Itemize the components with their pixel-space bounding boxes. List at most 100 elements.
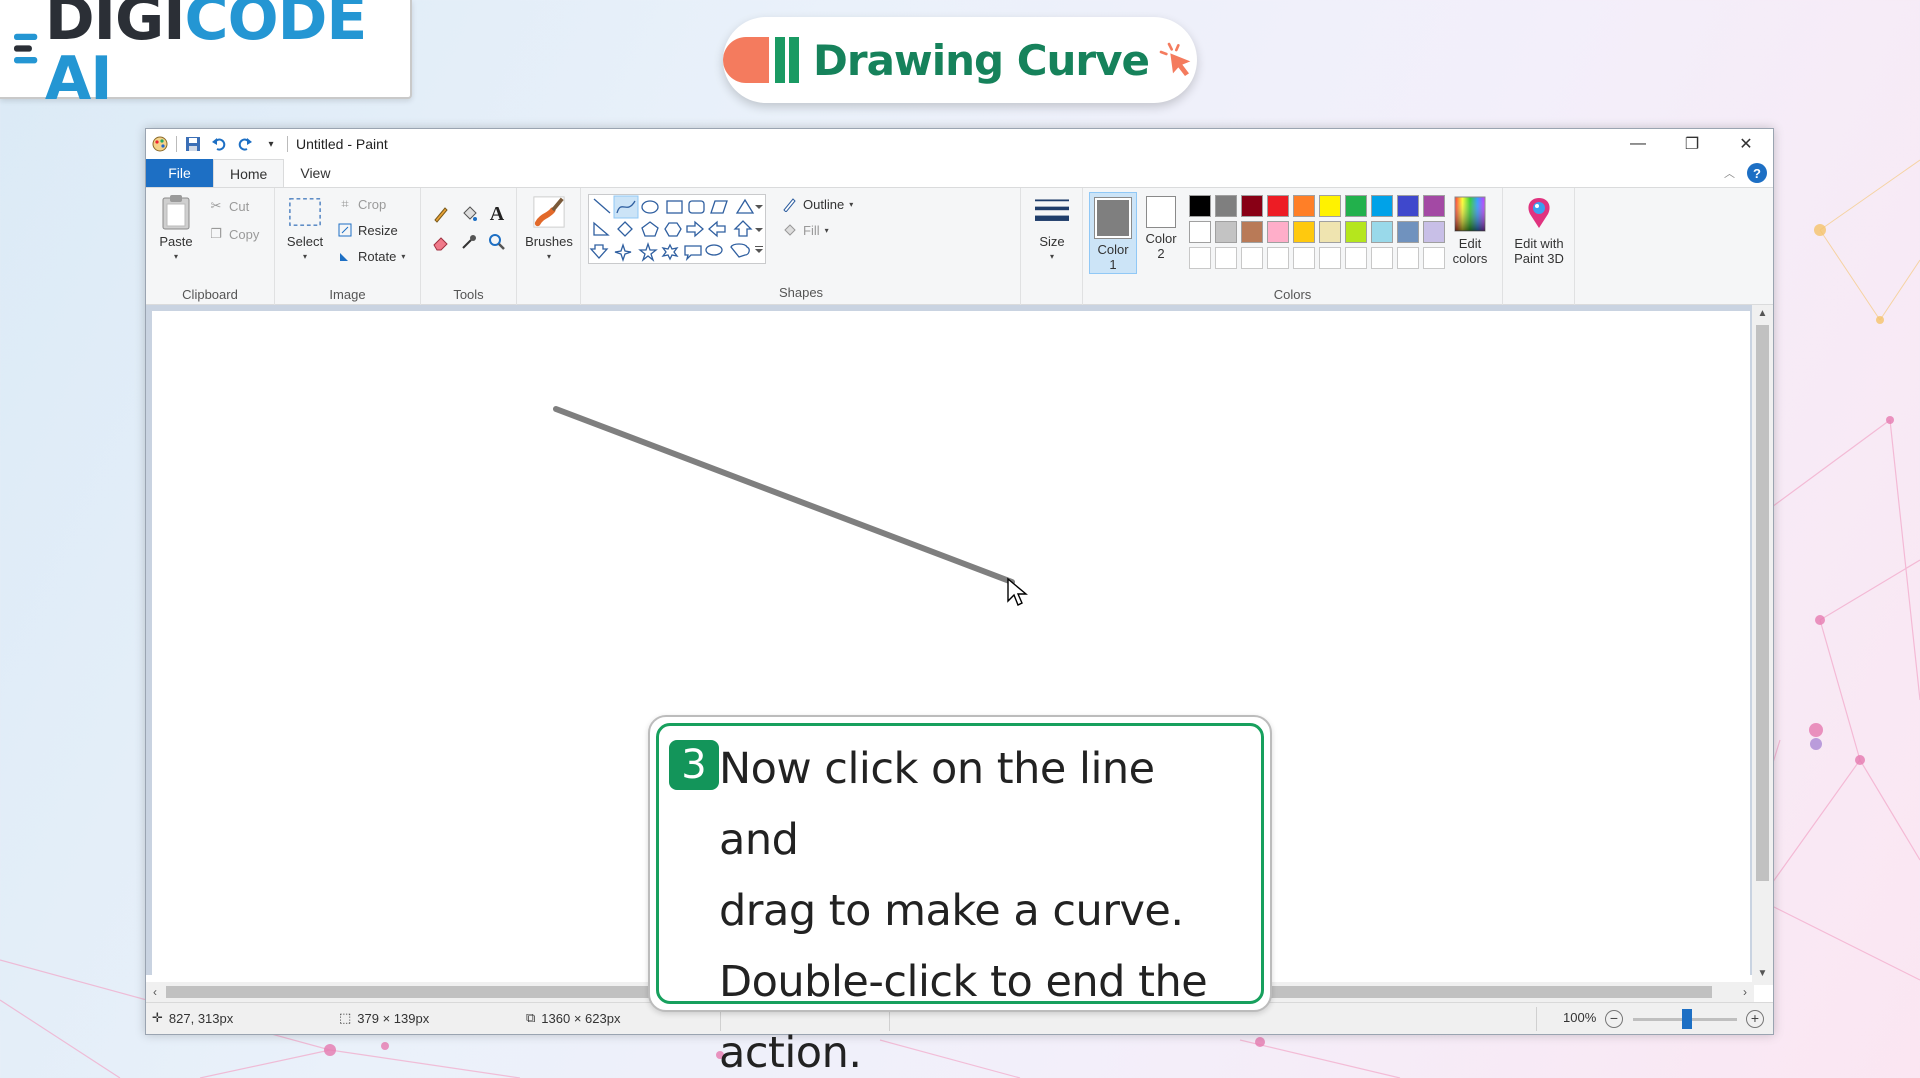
palette-swatch[interactable] (1319, 247, 1341, 269)
palette-swatch[interactable] (1345, 221, 1367, 243)
customize-toolbar-chevron-icon[interactable]: ▾ (261, 134, 281, 154)
paint3d-icon (1522, 196, 1556, 232)
palette-swatch[interactable] (1241, 247, 1263, 269)
group-label-shapes: Shapes (778, 285, 824, 300)
fill-icon (782, 222, 798, 238)
tab-file[interactable]: File (146, 159, 213, 187)
pencil-icon[interactable] (431, 204, 451, 224)
palette-swatch[interactable] (1215, 221, 1237, 243)
crosshair-icon: ✛ (152, 1010, 163, 1025)
clipboard-group: Paste ▾ ✂ Cut ❐ Copy Clipboard (146, 188, 275, 306)
palette-swatch[interactable] (1215, 195, 1237, 217)
fill-bucket-icon[interactable] (459, 204, 479, 224)
close-button[interactable]: ✕ (1719, 129, 1773, 159)
zoom-in-button[interactable]: + (1746, 1010, 1764, 1028)
vertical-scrollbar[interactable]: ▲ ▼ (1752, 305, 1773, 985)
rotate-button[interactable]: Rotate ▾ (337, 248, 405, 264)
palette-swatch[interactable] (1241, 195, 1263, 217)
tab-home[interactable]: Home (213, 159, 285, 188)
tab-view[interactable]: View (284, 159, 346, 187)
zoom-out-button[interactable]: − (1605, 1010, 1623, 1028)
brushes-button[interactable]: Brushes ▾ (521, 194, 577, 264)
palette-swatch[interactable] (1423, 195, 1445, 217)
save-icon[interactable] (183, 134, 203, 154)
paint3d-group: Edit with Paint 3D (1503, 188, 1575, 306)
shapes-gallery-icons (589, 195, 763, 263)
group-label-colors: Colors (1273, 287, 1312, 302)
drawn-line[interactable] (553, 406, 1015, 585)
title-bar: ▾ Untitled - Paint — ❐ ✕ (146, 129, 1773, 159)
selection-size: ⬚ 379 × 139px (339, 1010, 430, 1026)
scroll-down-icon[interactable]: ▼ (1752, 965, 1773, 983)
title-bars-icon (723, 37, 799, 83)
help-icon[interactable]: ? (1747, 163, 1767, 183)
palette-swatch[interactable] (1371, 247, 1393, 269)
palette-swatch[interactable] (1293, 195, 1315, 217)
scroll-right-icon[interactable]: › (1736, 982, 1754, 1002)
collapse-ribbon-icon[interactable]: ︿ (1724, 165, 1735, 181)
color-picker-icon[interactable] (459, 232, 479, 252)
resize-icon (337, 222, 353, 238)
scroll-left-icon[interactable]: ‹ (146, 982, 164, 1002)
instruction-text: Now click on the line and drag to make a… (719, 744, 1208, 1078)
palette-swatch[interactable] (1345, 247, 1367, 269)
palette-swatch[interactable] (1371, 195, 1393, 217)
logo-text: DIGICODE AI (44, 0, 368, 114)
palette-swatch[interactable] (1293, 221, 1315, 243)
edit-colors-spectrum-icon (1453, 196, 1487, 232)
palette-swatch[interactable] (1397, 247, 1419, 269)
palette-swatch[interactable] (1345, 195, 1367, 217)
redo-icon[interactable] (235, 134, 255, 154)
palette-swatch[interactable] (1319, 195, 1341, 217)
scroll-up-icon[interactable]: ▲ (1752, 305, 1773, 323)
palette-swatch[interactable] (1267, 247, 1289, 269)
cut-button[interactable]: ✂ Cut (208, 198, 250, 214)
outline-button[interactable]: Outline ▾ (782, 196, 853, 212)
zoom-level: 100% (1563, 1010, 1597, 1025)
palette-swatch[interactable] (1267, 195, 1289, 217)
canvas-size: ⧉ 1360 × 623px (526, 1010, 621, 1026)
palette-swatch[interactable] (1189, 247, 1211, 269)
size-button[interactable]: Size ▾ (1029, 194, 1075, 264)
brushes-group: Brushes ▾ (517, 188, 581, 306)
step-number-badge: 3 (669, 740, 719, 790)
undo-icon[interactable] (209, 134, 229, 154)
zoom-slider-thumb[interactable] (1682, 1009, 1692, 1029)
color2-chip (1149, 199, 1173, 225)
window-controls: — ❐ ✕ (1611, 129, 1773, 159)
palette-swatch[interactable] (1189, 221, 1211, 243)
fill-button[interactable]: Fill ▾ (782, 222, 829, 238)
palette-swatch[interactable] (1423, 247, 1445, 269)
palette-swatch[interactable] (1397, 195, 1419, 217)
palette-swatch[interactable] (1371, 221, 1393, 243)
palette-swatch[interactable] (1241, 221, 1263, 243)
scissors-icon: ✂ (210, 198, 222, 213)
paint-app-icon[interactable] (150, 134, 170, 154)
select-button[interactable]: Select ▾ (283, 194, 327, 264)
color1-selector[interactable]: Color 1 (1089, 192, 1137, 274)
palette-swatch[interactable] (1423, 221, 1445, 243)
group-label-image: Image (329, 287, 366, 302)
lesson-title-banner: Drawing Curve (723, 17, 1197, 103)
resize-button[interactable]: Resize (337, 222, 398, 238)
paste-button[interactable]: Paste ▾ (156, 194, 196, 264)
palette-swatch[interactable] (1319, 221, 1341, 243)
color2-selector[interactable]: Color 2 (1141, 196, 1181, 261)
magnifier-icon[interactable] (487, 232, 507, 252)
edit-with-paint3d-button[interactable]: Edit with Paint 3D (1507, 196, 1571, 266)
edit-colors-button[interactable]: Edit colors (1445, 196, 1495, 266)
palette-swatch[interactable] (1267, 221, 1289, 243)
cursor-position: ✛ 827, 313px (152, 1010, 234, 1026)
palette-swatch[interactable] (1293, 247, 1315, 269)
copy-button[interactable]: ❐ Copy (208, 226, 259, 242)
crop-button[interactable]: ⌗ Crop (337, 196, 386, 212)
minimize-button[interactable]: — (1611, 129, 1665, 159)
group-label-tools: Tools (453, 287, 484, 302)
palette-swatch[interactable] (1215, 247, 1237, 269)
restore-button[interactable]: ❐ (1665, 129, 1719, 159)
palette-swatch[interactable] (1189, 195, 1211, 217)
vertical-scroll-thumb[interactable] (1756, 325, 1769, 881)
palette-swatch[interactable] (1397, 221, 1419, 243)
eraser-icon[interactable] (431, 232, 451, 252)
text-tool-icon[interactable]: A (487, 203, 507, 225)
